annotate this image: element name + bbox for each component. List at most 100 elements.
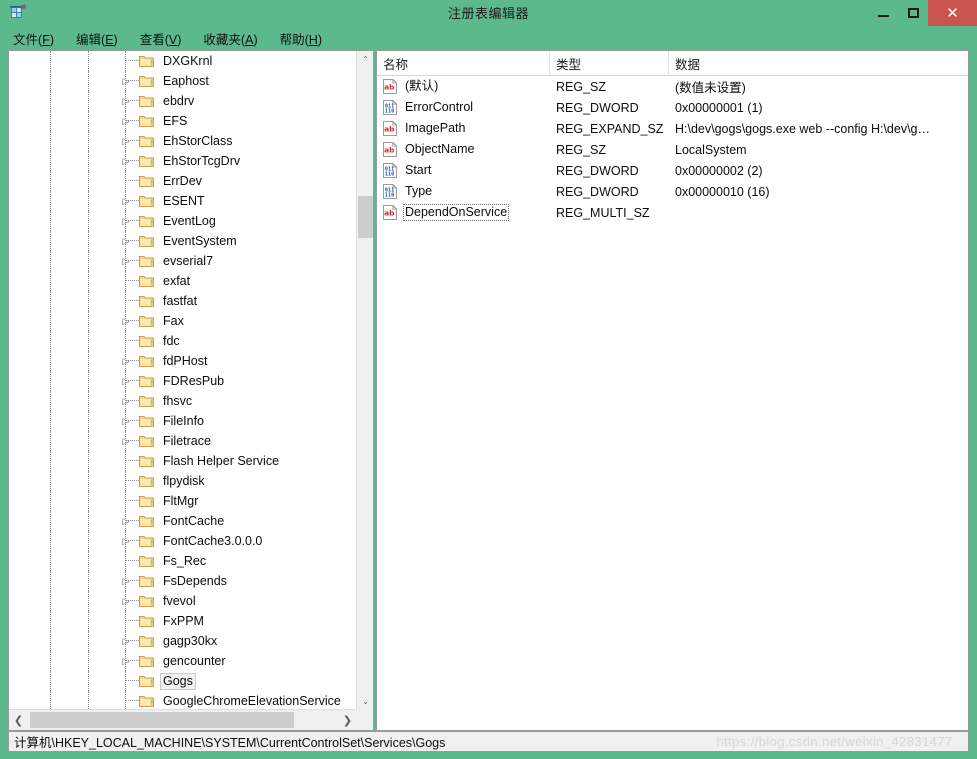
tree-item[interactable]: ▷ FontCache [9,511,357,531]
tree-item[interactable]: ▷ FontCache3.0.0.0 [9,531,357,551]
close-button[interactable]: ✕ [928,0,977,26]
tree-item[interactable]: DXGKrnl [9,51,357,71]
tree-item[interactable]: ▷ gagp30kx [9,631,357,651]
tree-expand-arrow-icon[interactable]: ▷ [120,215,132,227]
value-name-cell: 011 110 Start [383,160,551,181]
scroll-down-icon[interactable]: ⌄ [357,693,373,710]
tree-indent-guide [50,491,51,511]
tree-item[interactable]: ▷ EventSystem [9,231,357,251]
tree-item[interactable]: Fs_Rec [9,551,357,571]
tree-expand-arrow-icon[interactable]: ▷ [120,195,132,207]
table-row[interactable]: ab ObjectName REG_SZ LocalSystem [377,139,968,160]
menu-item-5[interactable]: 帮助(H) [279,27,323,50]
tree-expand-arrow-icon[interactable]: ▷ [120,395,132,407]
tree-item[interactable]: ▷ Fax [9,311,357,331]
tree-item[interactable]: GoogleChromeElevationService [9,691,357,710]
tree-item[interactable]: ▷ gencounter [9,651,357,671]
tree-item[interactable]: ▷ EhStorTcgDrv [9,151,357,171]
tree-item[interactable]: ▷ FDResPub [9,371,357,391]
tree-item[interactable]: FltMgr [9,491,357,511]
tree-indent-guide [125,331,126,351]
tree-indent-guide [88,691,89,710]
column-header-data[interactable]: 数据 [669,51,968,75]
tree-item[interactable]: Flash Helper Service [9,451,357,471]
tree-horizontal-scrollbar[interactable]: ❮ ❯ [9,709,357,730]
tree-vertical-scroll-thumb[interactable] [358,196,373,238]
tree-expand-arrow-icon[interactable]: ▷ [120,635,132,647]
tree-indent-guide [50,451,51,471]
tree-item[interactable]: ▷ fvevol [9,591,357,611]
tree-vertical-scrollbar[interactable]: ⌃ ⌄ [356,51,373,710]
tree-indent-guide [125,271,126,291]
tree-item[interactable]: ▷ EFS [9,111,357,131]
tree-item[interactable]: ▷ Filetrace [9,431,357,451]
table-row[interactable]: 011 110 Type REG_DWORD 0x00000010 (16) [377,181,968,202]
scroll-up-icon[interactable]: ⌃ [357,51,373,68]
tree-item[interactable]: fdc [9,331,357,351]
table-row[interactable]: ab DependOnService REG_MULTI_SZ [377,202,968,223]
tree-item[interactable]: ▷ FsDepends [9,571,357,591]
tree-indent-guide [50,251,51,271]
scroll-left-icon[interactable]: ❮ [9,710,28,730]
tree-indent-guide [88,611,89,631]
svg-text:ab: ab [384,146,394,155]
tree-indent-guide [50,271,51,291]
tree-indent-guide [50,51,51,71]
tree-item[interactable]: flpydisk [9,471,357,491]
tree-expand-arrow-icon[interactable]: ▷ [120,255,132,267]
tree-expand-arrow-icon[interactable]: ▷ [120,135,132,147]
folder-icon [139,176,154,187]
tree-horizontal-scroll-thumb[interactable] [30,712,294,728]
tree-item[interactable]: ▷ FileInfo [9,411,357,431]
tree-indent-guide [88,371,89,391]
tree-expand-arrow-icon[interactable]: ▷ [120,515,132,527]
tree-item[interactable]: ▷ EventLog [9,211,357,231]
tree-item[interactable]: ▷ fhsvc [9,391,357,411]
menu-item-1[interactable]: 文件(F) [12,27,55,50]
menu-item-4[interactable]: 收藏夹(A) [202,27,258,50]
column-header-type[interactable]: 类型 [550,51,669,75]
tree-expand-arrow-icon[interactable]: ▷ [120,575,132,587]
tree-expand-arrow-icon[interactable]: ▷ [120,595,132,607]
svg-text:110: 110 [385,108,394,114]
tree-expand-arrow-icon[interactable]: ▷ [120,155,132,167]
column-header-name[interactable]: 名称 [377,51,550,75]
close-icon: ✕ [946,3,959,22]
tree-item[interactable]: FxPPM [9,611,357,631]
minimize-button[interactable] [868,0,898,26]
tree-expand-arrow-icon[interactable]: ▷ [120,355,132,367]
tree-expand-arrow-icon[interactable]: ▷ [120,315,132,327]
tree-item[interactable]: ▷ ebdrv [9,91,357,111]
tree-item[interactable]: fastfat [9,291,357,311]
menu-item-3[interactable]: 查看(V) [139,27,183,50]
tree-expand-arrow-icon[interactable]: ▷ [120,235,132,247]
table-row[interactable]: 011 110 Start REG_DWORD 0x00000002 (2) [377,160,968,181]
folder-icon [139,416,154,427]
menu-item-2[interactable]: 编辑(E) [75,27,119,50]
tree-item-selected[interactable]: Gogs [9,671,357,691]
folder-icon [139,636,154,647]
tree-item[interactable]: ▷ fdPHost [9,351,357,371]
tree-item[interactable]: ErrDev [9,171,357,191]
maximize-button[interactable] [898,0,928,26]
tree-expand-arrow-icon[interactable]: ▷ [120,435,132,447]
tree-item[interactable]: ▷ EhStorClass [9,131,357,151]
tree-expand-arrow-icon[interactable]: ▷ [120,535,132,547]
table-row[interactable]: ab ImagePath REG_EXPAND_SZ H:\dev\gogs\gogs… [377,118,968,139]
folder-icon [139,474,155,488]
table-row[interactable]: 011 110 ErrorControl REG_DWORD 0x00000001 (1… [377,97,968,118]
tree-expand-arrow-icon[interactable]: ▷ [120,95,132,107]
tree-viewport[interactable]: DXGKrnl ▷ Eaphost ▷ ebdrv ▷ EFS ▷ EhStorClass ▷ Eh… [9,51,357,710]
tree-expand-arrow-icon[interactable]: ▷ [120,415,132,427]
tree-expand-arrow-icon[interactable]: ▷ [120,375,132,387]
table-row[interactable]: ab (默认) REG_SZ (数值未设置) [377,76,968,97]
tree-item[interactable]: ▷ evserial7 [9,251,357,271]
tree-item[interactable]: ▷ ESENT [9,191,357,211]
tree-item[interactable]: exfat [9,271,357,291]
tree-expand-arrow-icon[interactable]: ▷ [120,115,132,127]
tree-expand-arrow-icon[interactable]: ▷ [120,75,132,87]
tree-item-label: EventSystem [163,234,237,248]
tree-expand-arrow-icon[interactable]: ▷ [120,655,132,667]
tree-indent-guide [88,431,89,451]
tree-item[interactable]: ▷ Eaphost [9,71,357,91]
